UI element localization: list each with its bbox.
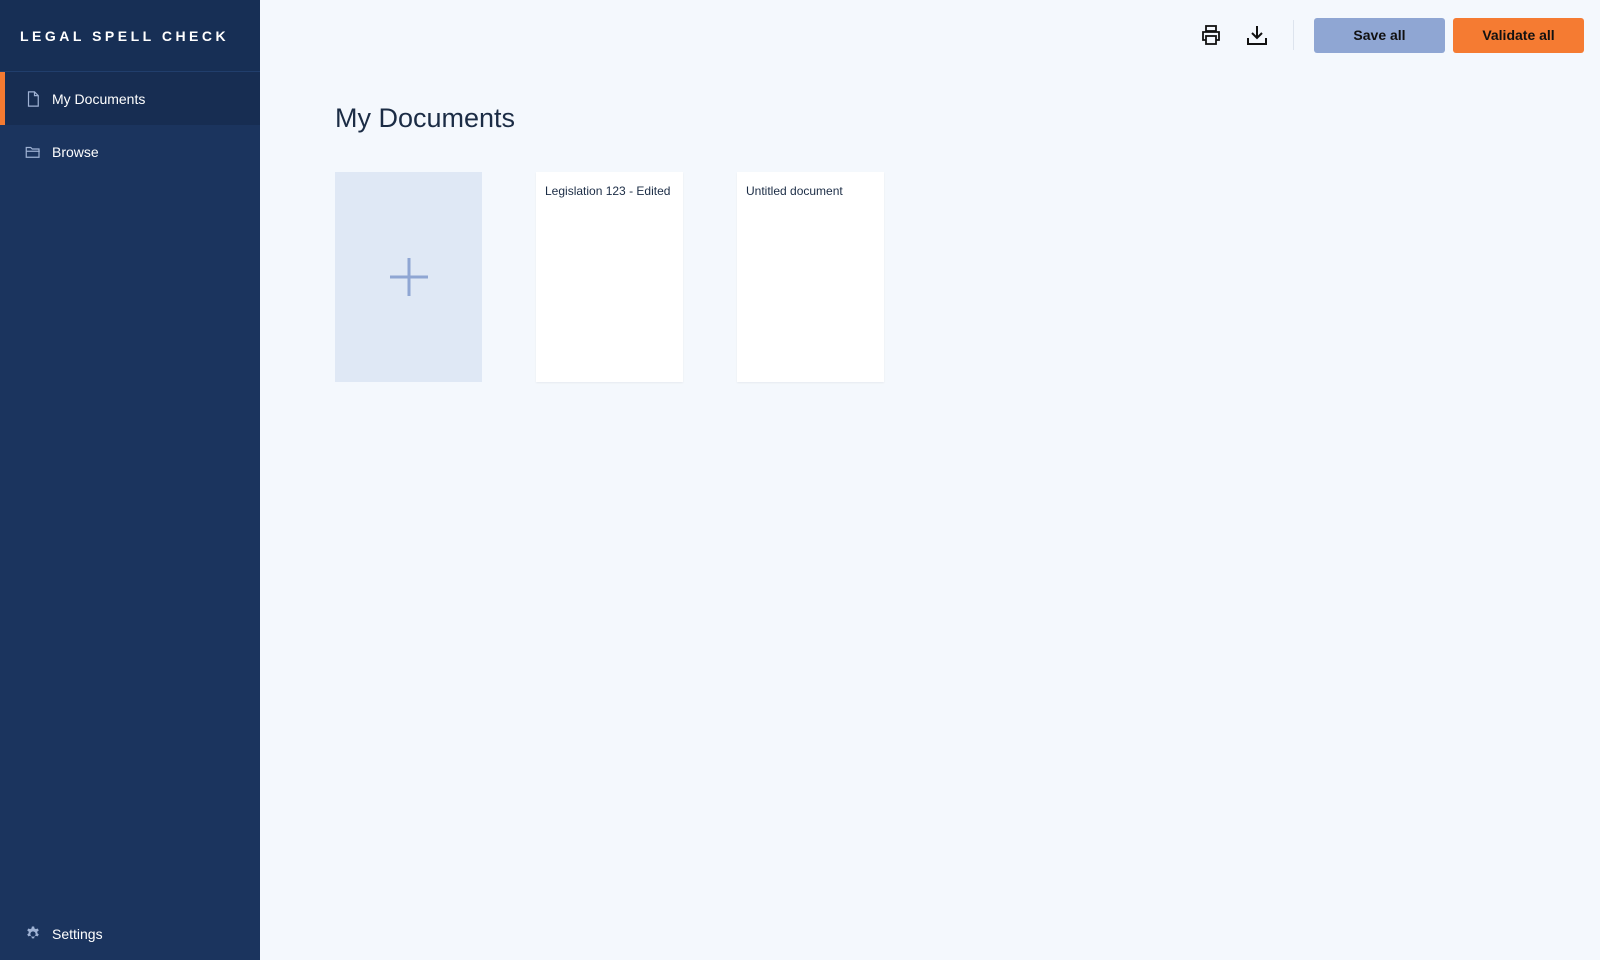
new-document-button[interactable] (335, 172, 482, 382)
sidebar: LEGAL SPELL CHECK My Documents Browse Se… (0, 0, 260, 960)
page-title: My Documents (335, 103, 516, 133)
sidebar-item-label: Browse (52, 143, 99, 160)
document-card[interactable]: Untitled document (737, 172, 884, 382)
app-window: LEGAL SPELL CHECK My Documents Browse Se… (0, 0, 1600, 960)
brand: LEGAL SPELL CHECK (0, 0, 260, 72)
gear-icon (24, 925, 42, 943)
print-button[interactable] (1197, 21, 1225, 49)
document-icon (24, 90, 42, 108)
folder-icon (24, 143, 42, 161)
document-title: Untitled document (746, 184, 843, 198)
sidebar-item-my-documents[interactable]: My Documents (0, 72, 260, 125)
sidebar-nav: My Documents Browse (0, 72, 260, 178)
document-grid: Legislation 123 - Edited Untitled docume… (335, 172, 938, 382)
document-title: Legislation 123 - Edited (545, 184, 671, 198)
toolbar-divider (1293, 20, 1294, 50)
save-all-button[interactable]: Save all (1314, 17, 1445, 53)
document-card[interactable]: Legislation 123 - Edited (536, 172, 683, 382)
settings-label: Settings (52, 925, 103, 942)
toolbar: Save all Validate all (260, 0, 1600, 70)
sidebar-item-browse[interactable]: Browse (0, 125, 260, 178)
brand-title: LEGAL SPELL CHECK (20, 27, 230, 44)
plus-icon (389, 258, 428, 296)
sidebar-item-settings[interactable]: Settings (0, 907, 260, 960)
validate-all-button[interactable]: Validate all (1453, 17, 1584, 53)
download-icon (1247, 26, 1267, 45)
print-icon (1202, 25, 1220, 45)
download-button[interactable] (1243, 21, 1271, 49)
sidebar-item-label: My Documents (52, 90, 146, 107)
main-content: Save all Validate all My Documents Legis… (260, 0, 1600, 960)
